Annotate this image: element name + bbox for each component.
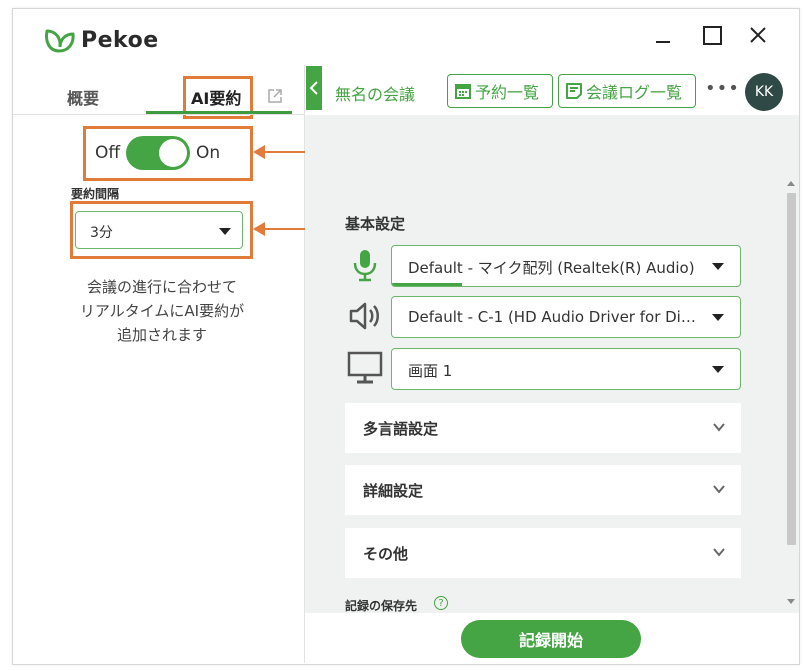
reservations-label: 予約一覧	[475, 83, 540, 102]
chevron-left-icon	[309, 81, 318, 95]
divider	[13, 114, 305, 115]
more-options-icon[interactable]: •••	[705, 78, 740, 99]
chevron-down-icon	[713, 423, 725, 432]
chevron-down-icon	[712, 366, 724, 373]
interval-select[interactable]: 3分	[75, 211, 243, 249]
annotation-arrow-head	[253, 145, 265, 159]
speaker-select[interactable]: Default - C-1 (HD Audio Driver for Displ…	[391, 296, 741, 338]
accordion-other[interactable]: その他	[345, 528, 741, 578]
microphone-icon	[345, 245, 385, 285]
close-button[interactable]	[745, 23, 771, 47]
close-icon	[750, 27, 766, 43]
reservations-button[interactable]: 予約一覧	[447, 74, 553, 108]
chevron-down-icon	[712, 263, 724, 270]
toggle-off-label: Off	[95, 143, 121, 163]
screen-select[interactable]: 画面 1	[391, 348, 741, 390]
ai-summary-description: 会議の進行に合わせて リアルタイムにAI要約が 追加されます	[79, 278, 245, 344]
annotation-arrow-line	[263, 151, 310, 153]
calendar-icon	[455, 84, 471, 99]
avatar[interactable]: KK	[745, 73, 783, 111]
minimize-button[interactable]	[650, 23, 676, 47]
interval-label: 要約間隔	[71, 187, 120, 201]
interval-value: 3分	[90, 225, 113, 241]
chevron-down-icon	[219, 228, 231, 235]
accordion-multilingual[interactable]: 多言語設定	[345, 403, 741, 453]
accordion-label: 詳細設定	[363, 482, 424, 500]
chevron-down-icon	[712, 314, 724, 321]
meeting-log-button[interactable]: 会議ログ一覧	[558, 74, 696, 108]
speaker-icon	[345, 296, 385, 336]
scroll-up-icon[interactable]	[787, 181, 795, 186]
toggle-knob	[159, 139, 187, 167]
ai-summary-toggle[interactable]	[126, 136, 190, 170]
chevron-down-icon	[713, 485, 725, 494]
save-location-label: 記録の保存先	[345, 599, 418, 613]
microphone-level-bar	[392, 283, 462, 286]
toggle-on-label: On	[196, 143, 221, 163]
maximize-button[interactable]	[699, 23, 725, 47]
accordion-label: 多言語設定	[363, 420, 439, 438]
annotation-arrow-head	[253, 222, 265, 236]
chevron-down-icon	[713, 548, 725, 557]
open-external-icon[interactable]	[267, 88, 283, 108]
app-logo: Pekoe	[43, 25, 159, 55]
meeting-log-label: 会議ログ一覧	[586, 83, 683, 102]
tab-overview[interactable]: 概要	[67, 85, 99, 109]
meeting-name[interactable]: 無名の会議	[335, 81, 415, 105]
minimize-icon	[656, 41, 670, 43]
scrollbar-thumb[interactable]	[787, 193, 796, 545]
microphone-value: Default - マイク配列 (Realtek(R) Audio)	[408, 259, 695, 277]
leaf-logo-icon	[45, 29, 75, 53]
help-icon[interactable]: ?	[434, 596, 448, 610]
collapse-panel-button[interactable]	[306, 66, 322, 110]
basic-settings-title: 基本設定	[345, 215, 406, 233]
start-recording-button[interactable]: 記録開始	[461, 620, 641, 658]
note-icon	[566, 83, 582, 99]
microphone-select[interactable]: Default - マイク配列 (Realtek(R) Audio)	[391, 245, 741, 287]
accordion-advanced[interactable]: 詳細設定	[345, 465, 741, 515]
maximize-icon	[702, 25, 722, 45]
annotation-arrow-line	[263, 228, 310, 230]
screen-value: 画面 1	[408, 362, 453, 380]
accordion-label: その他	[363, 545, 409, 563]
scroll-down-icon[interactable]	[787, 599, 795, 604]
app-name: Pekoe	[81, 27, 159, 53]
app-window: Pekoe 概要 AI要約 Off On 要約間隔 3分 会議の進行に合わせて …	[12, 8, 800, 665]
speaker-value: Default - C-1 (HD Audio Driver for Displ…	[408, 308, 698, 326]
monitor-icon	[345, 348, 385, 388]
